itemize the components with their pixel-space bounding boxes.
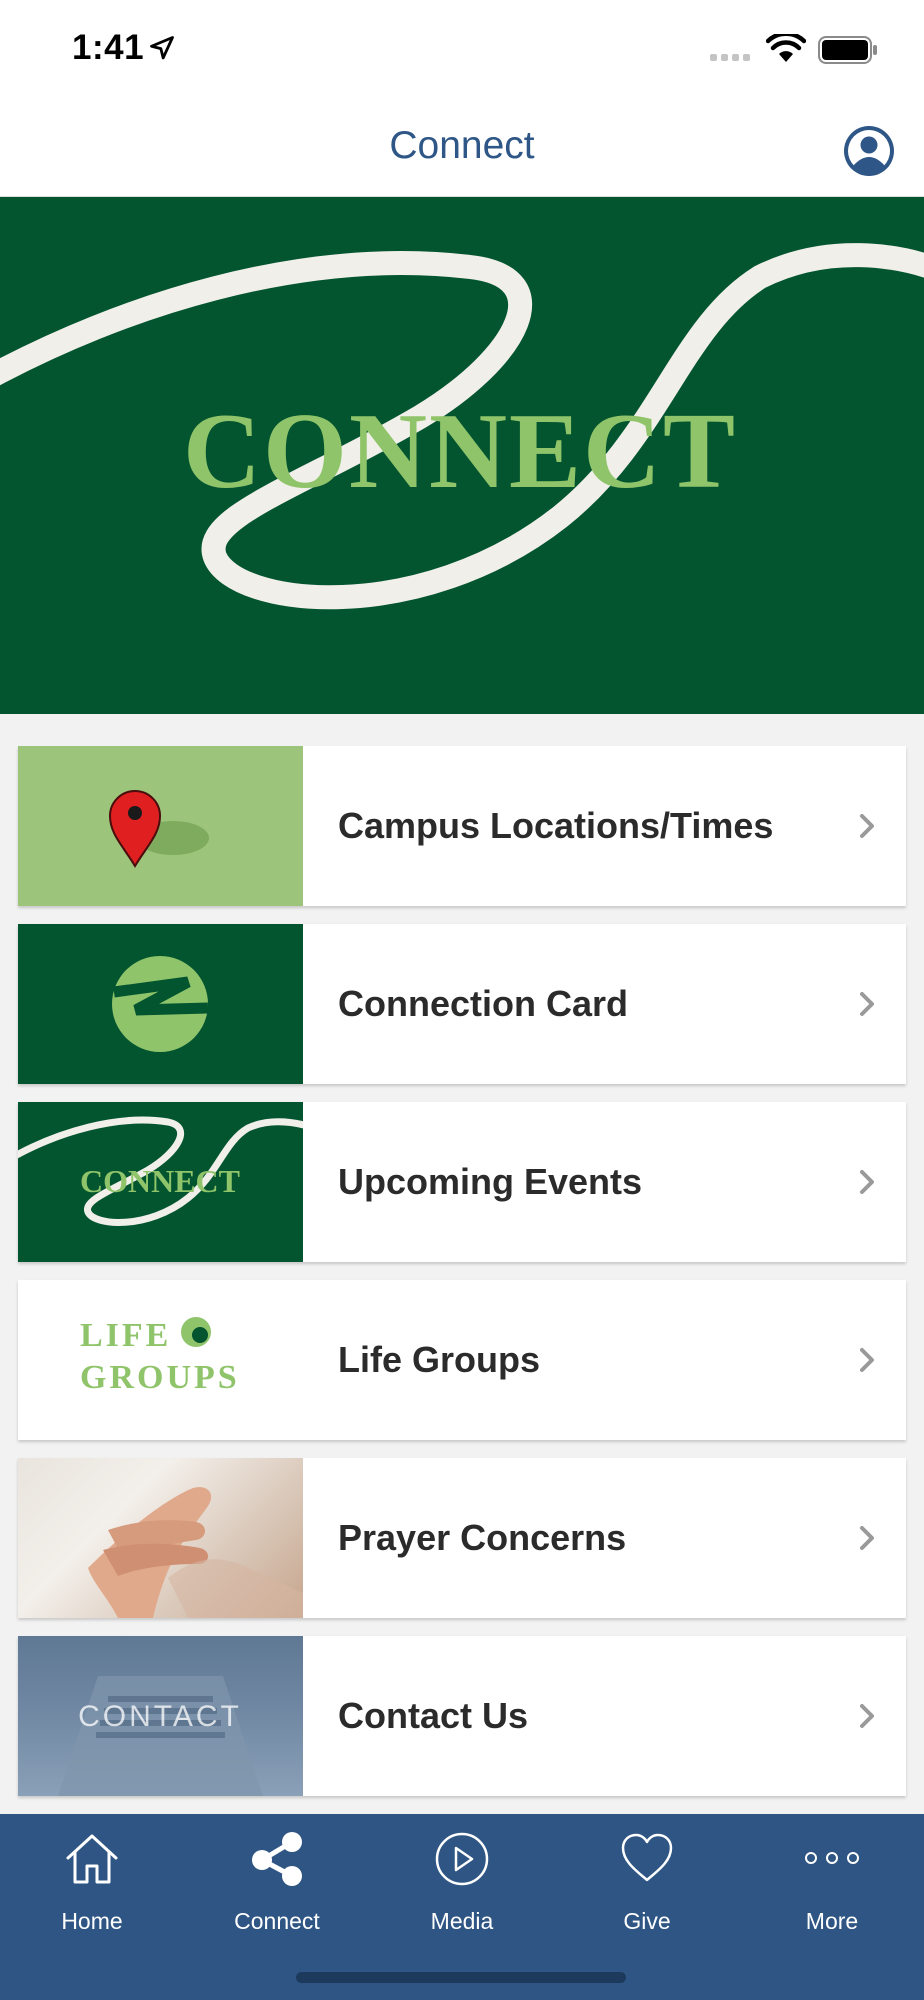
- list-item-life-groups[interactable]: LIFE GROUPS Life Groups: [18, 1280, 906, 1440]
- home-indicator[interactable]: [296, 1972, 626, 1983]
- chevron-right-icon: [860, 1170, 874, 1194]
- contact-overlay-text: CONTACT: [78, 1700, 242, 1733]
- page-title: Connect: [389, 124, 535, 167]
- church-logo-icon: [112, 956, 209, 1052]
- share-icon: [252, 1832, 302, 1886]
- tab-media[interactable]: Media: [370, 1814, 554, 1944]
- tab-give[interactable]: Give: [555, 1814, 739, 1944]
- heart-icon: [621, 1833, 673, 1882]
- hero-title: CONNECT: [183, 392, 737, 511]
- tab-label: Connect: [234, 1908, 320, 1934]
- life-groups-logo: LIFE GROUPS: [80, 1317, 240, 1396]
- map-pin-icon: [108, 790, 209, 868]
- list-item-label: Contact Us: [338, 1695, 529, 1736]
- tab-label: Give: [623, 1908, 671, 1934]
- contact-image: CONTACT: [58, 1676, 263, 1796]
- status-bar: 1:41: [0, 0, 924, 100]
- praying-hands-thumbnail: [18, 1458, 303, 1618]
- life-groups-logo-line1: LIFE: [80, 1317, 171, 1354]
- cellular-signal-icon: [710, 54, 750, 61]
- connect-banner-thumbnail: CONNECT: [18, 1102, 303, 1262]
- battery-icon: [818, 36, 877, 64]
- hero-banner: CONNECT: [0, 197, 924, 714]
- wifi-icon: [766, 34, 806, 62]
- chevron-right-icon: [860, 992, 874, 1016]
- list-item-contact-us[interactable]: CONTACT Contact Us: [18, 1636, 906, 1796]
- list-item-label: Life Groups: [338, 1339, 541, 1380]
- church-logo-thumbnail: [18, 924, 303, 1084]
- profile-icon[interactable]: [842, 124, 896, 178]
- list-item-label: Campus Locations/Times: [338, 805, 774, 846]
- list-item-prayer-concerns[interactable]: Prayer Concerns: [18, 1458, 906, 1618]
- more-dots-icon: [805, 1852, 859, 1864]
- chevron-right-icon: [860, 814, 874, 838]
- connect-banner: CONNECT: [18, 1116, 303, 1226]
- life-groups-thumbnail: LIFE GROUPS: [18, 1280, 303, 1440]
- list-item-connection-card[interactable]: Connection Card: [18, 924, 906, 1084]
- tab-label: More: [805, 1908, 859, 1934]
- list-item-label: Connection Card: [338, 983, 629, 1024]
- list-item-label: Prayer Concerns: [338, 1517, 627, 1558]
- navigation-bar: Connect: [0, 100, 924, 197]
- list-item-label: Upcoming Events: [338, 1161, 643, 1202]
- home-icon: [66, 1834, 118, 1884]
- life-groups-logo-line2: GROUPS: [80, 1359, 240, 1396]
- chevron-right-icon: [860, 1704, 874, 1728]
- location-arrow-icon: [150, 36, 174, 60]
- tab-more[interactable]: More: [740, 1814, 924, 1944]
- tab-home[interactable]: Home: [0, 1814, 184, 1944]
- list-item-upcoming-events[interactable]: CONNECT Upcoming Events: [18, 1102, 906, 1262]
- hero-swirl-graphic: CONNECT: [0, 243, 924, 610]
- connect-banner-text: CONNECT: [80, 1163, 240, 1199]
- map-pin-thumbnail: [18, 746, 303, 906]
- tab-label: Home: [61, 1908, 123, 1934]
- play-icon: [435, 1832, 489, 1886]
- list-item-campus-locations[interactable]: Campus Locations/Times: [18, 746, 906, 906]
- tab-label: Media: [430, 1908, 494, 1934]
- contact-thumbnail: CONTACT: [18, 1636, 303, 1796]
- tab-connect[interactable]: Connect: [185, 1814, 369, 1944]
- chevron-right-icon: [860, 1526, 874, 1550]
- status-time: 1:41: [72, 28, 145, 67]
- chevron-right-icon: [860, 1348, 874, 1372]
- praying-hands-image: [88, 1487, 303, 1618]
